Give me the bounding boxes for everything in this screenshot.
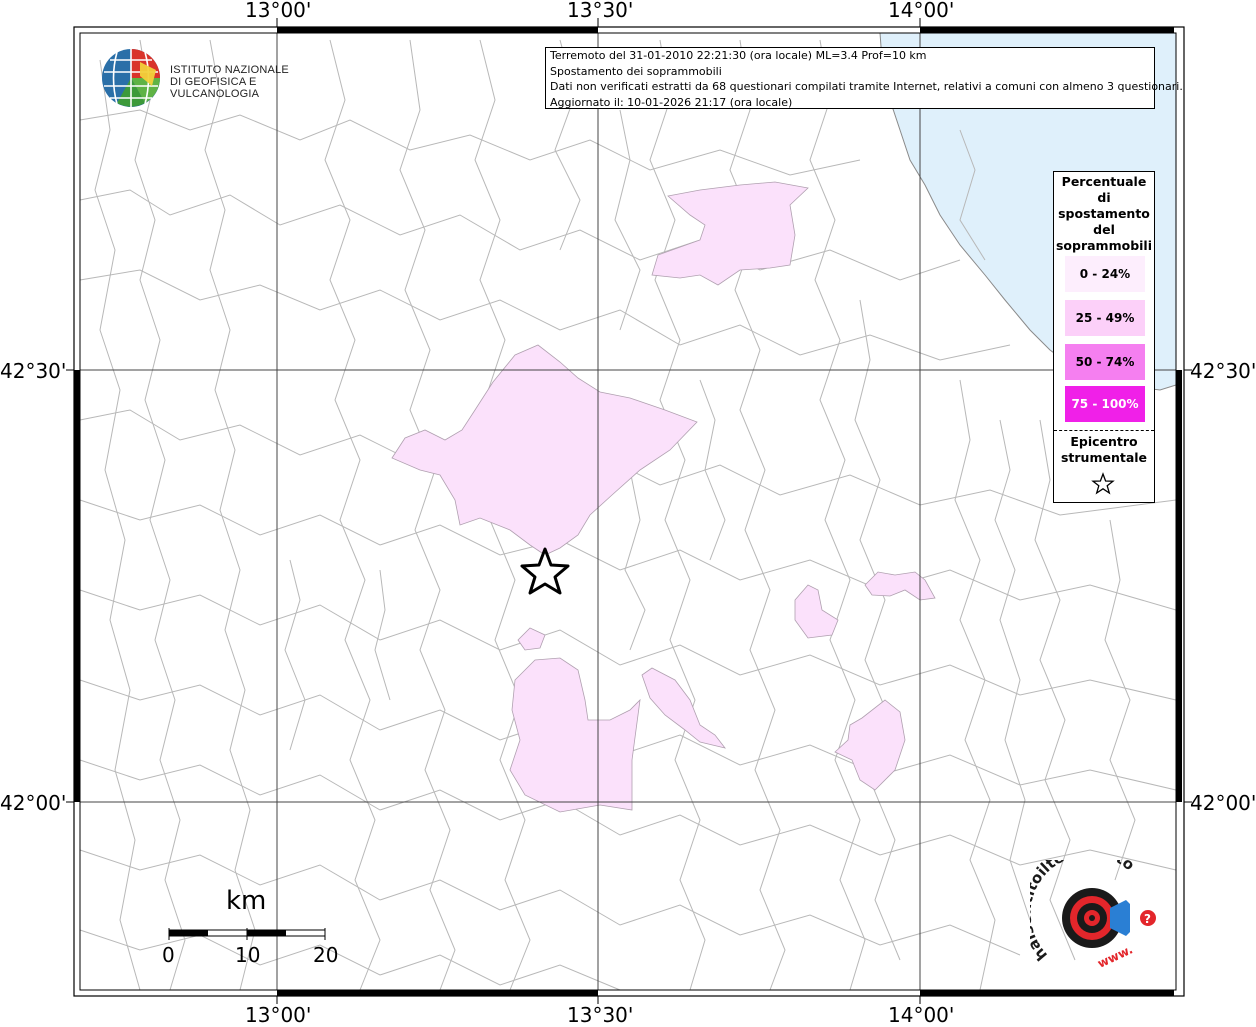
lon-label-top-2: 13°30' [567,0,634,22]
scale-label-0: 0 [162,943,175,967]
legend-epicenter-label: Epicentro strumentale [1060,434,1148,465]
ingv-logo: ISTITUTO NAZIONALE DI GEOFISICA E VULCAN… [100,46,320,110]
event-info-box: Terremoto del 31-01-2010 22:21:30 (ora l… [545,47,1183,109]
legend: Percentuale di spostamento del soprammob… [1053,171,1155,503]
ingv-globe-icon [102,49,160,107]
lat-label-left-2: 42°00' [0,791,67,815]
svg-text:www.: www. [1095,942,1135,970]
haisentito-logo-mark: ? haisentitoilterremoto.it www. [1016,841,1156,971]
legend-separator [1054,430,1154,431]
legend-item-25-49: 25 - 49% [1065,300,1145,336]
lat-label-right-1: 42°30' [1190,359,1256,383]
svg-text:?: ? [1144,912,1151,926]
scale-label-20: 20 [313,943,339,967]
legend-title: Percentuale di spostamento del soprammob… [1055,174,1152,253]
map-parameter: Spostamento dei soprammobili [550,64,722,78]
lon-label-top-3: 14°00' [888,0,955,22]
update-timestamp: Aggiornato il: 10-01-2026 21:17 (ora loc… [550,95,793,109]
lat-label-left-1: 42°30' [0,359,67,383]
haisentito-logo: ? haisentitoilterremoto.it www. [1016,841,1170,980]
lon-label-bottom-1: 13°00' [245,1003,312,1027]
lon-label-bottom-2: 13°30' [567,1003,634,1027]
scale-label-10: 10 [235,943,261,967]
lon-label-top-1: 13°00' [245,0,312,22]
data-note: Dati non verificati estratti da 68 quest… [550,80,1183,93]
legend-item-75-100: 75 - 100% [1065,386,1145,422]
lat-label-right-2: 42°00' [1190,791,1256,815]
scale-unit-label: km [226,886,267,916]
event-title: Terremoto del 31-01-2010 22:21:30 (ora l… [550,49,927,62]
legend-star-icon [1091,472,1115,495]
lon-label-bottom-3: 14°00' [888,1003,955,1027]
legend-item-0-24: 0 - 24% [1065,256,1145,292]
ingv-name-line1: ISTITUTO NAZIONALE [170,64,289,76]
legend-item-50-74: 50 - 74% [1065,344,1145,380]
ingv-name-line2: DI GEOFISICA E VULCANOLOGIA [170,76,260,100]
